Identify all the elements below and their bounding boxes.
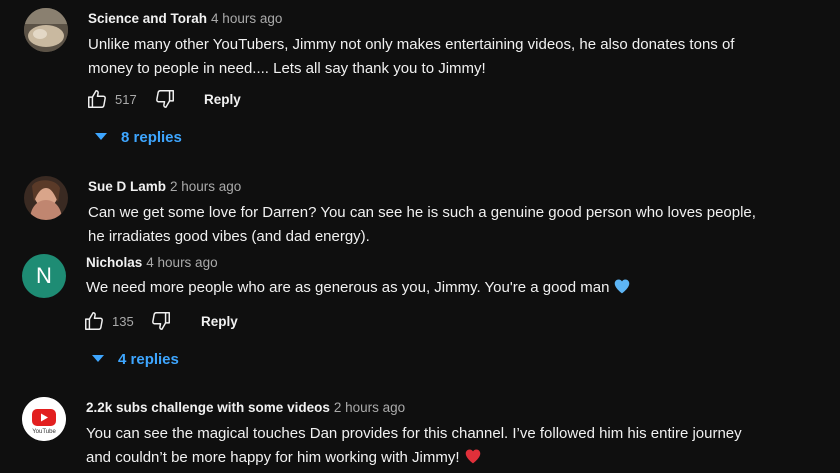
reply-button[interactable]: Reply [201, 314, 238, 329]
view-replies-button[interactable]: 4 replies [92, 351, 179, 368]
comment-actions: 135 Reply [83, 310, 283, 334]
avatar-science-and-torah[interactable] [24, 8, 68, 52]
comment-time[interactable]: 4 hours ago [146, 255, 217, 270]
replies-label: 8 replies [121, 129, 182, 146]
avatar-image [24, 8, 68, 52]
avatar-sue-d-lamb[interactable] [24, 176, 68, 220]
avatar-caption: YouTube [32, 429, 56, 435]
comment-time[interactable]: 2 hours ago [334, 400, 405, 415]
caret-down-icon [95, 133, 107, 140]
comment-text-line-1: Can we get some love for Darren? You can… [88, 204, 756, 221]
author-line: Sue D Lamb 2 hours ago [88, 179, 241, 194]
caret-down-icon [92, 355, 104, 362]
thumbs-down-icon[interactable] [150, 310, 174, 334]
comment-time[interactable]: 4 hours ago [211, 11, 282, 26]
author-name[interactable]: 2.2k subs challenge with some videos [86, 400, 330, 415]
thumbs-up-icon[interactable] [86, 88, 110, 112]
comment-text-line-1: You can see the magical touches Dan prov… [86, 425, 742, 442]
red-heart-emoji [464, 448, 482, 472]
author-name[interactable]: Sue D Lamb [88, 179, 166, 194]
view-replies-button[interactable]: 8 replies [95, 129, 182, 146]
comment-text-line-2: he irradiates good vibes (and dad energy… [88, 228, 370, 245]
comment-text-line-2: and couldn’t be more happy for him worki… [86, 449, 460, 466]
author-name[interactable]: Nicholas [86, 255, 142, 270]
comment-text: Unlike many other YouTubers, Jimmy not o… [88, 33, 808, 81]
like-count: 517 [115, 92, 137, 107]
comment-text-line-1: Unlike many other YouTubers, Jimmy not o… [88, 36, 735, 53]
comment-actions: 517 Reply [86, 88, 286, 112]
avatar-image [24, 176, 68, 220]
thumbs-up-icon[interactable] [83, 310, 107, 334]
comment-text: We need more people who are as generous … [86, 276, 806, 302]
blue-heart-emoji [613, 278, 631, 302]
author-line: Nicholas 4 hours ago [86, 255, 218, 270]
thumbs-down-icon[interactable] [154, 88, 178, 112]
reply-button[interactable]: Reply [204, 92, 241, 107]
like-count: 135 [112, 314, 134, 329]
avatar-nicholas[interactable]: N [22, 254, 66, 298]
comment-text-line-2: money to people in need.... Lets all say… [88, 60, 486, 77]
author-line: 2.2k subs challenge with some videos 2 ho… [86, 400, 405, 415]
comment-time[interactable]: 2 hours ago [170, 179, 241, 194]
comment-text-line-1: We need more people who are as generous … [86, 279, 610, 296]
comment-text: Can we get some love for Darren? You can… [88, 201, 808, 249]
comment-text: You can see the magical touches Dan prov… [86, 422, 826, 472]
author-name[interactable]: Science and Torah [88, 11, 207, 26]
avatar-letter: N [36, 263, 52, 288]
replies-label: 4 replies [118, 351, 179, 368]
author-line: Science and Torah 4 hours ago [88, 11, 282, 26]
avatar-2-2k-subs-challenge[interactable]: YouTube [22, 397, 66, 441]
